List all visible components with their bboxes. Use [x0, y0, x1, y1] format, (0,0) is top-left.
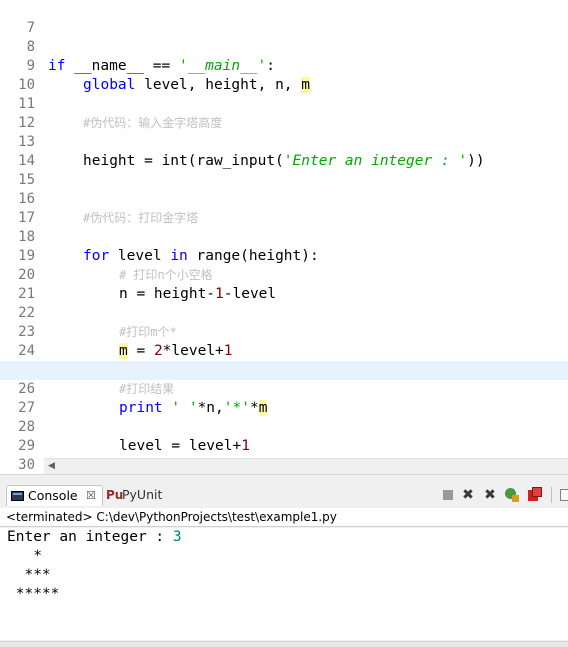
console-output-line: *****	[7, 586, 60, 602]
code-line[interactable]: 22 #打印m个*	[0, 285, 568, 339]
code-line[interactable]: 19 # 打印n个小空格	[0, 228, 568, 282]
console-prompt-line: Enter an integer : 3	[7, 528, 182, 547]
code-line[interactable]: 10	[0, 57, 568, 93]
code-line[interactable]: 30	[0, 437, 568, 473]
code-line[interactable]: 9 global level, height, n, m	[0, 38, 568, 93]
code-line[interactable]: 14	[0, 133, 568, 169]
code-line[interactable]: 28 level = level+1	[0, 399, 568, 454]
code-editor[interactable]: 7 8 if __name__ == '__main__': 9 global …	[0, 0, 568, 475]
ide-window: 7 8 if __name__ == '__main__': 9 global …	[0, 0, 568, 647]
tab-console-label: Console	[28, 488, 78, 503]
code-line[interactable]: 21	[0, 266, 568, 302]
code-line[interactable]: 15	[0, 152, 568, 188]
code-line[interactable]: 17	[0, 190, 568, 226]
code-line[interactable]: 24	[0, 323, 568, 359]
code-line[interactable]: 27	[0, 380, 568, 416]
remove-all-icon[interactable]: ✖	[482, 487, 498, 503]
console-output[interactable]: Enter an integer : 3 * *** *****	[0, 528, 568, 640]
code-line[interactable]: 20 n = height-1-level	[0, 247, 568, 302]
console-icon	[11, 491, 24, 501]
remove-launch-icon[interactable]: ✖	[460, 487, 476, 503]
line-number: 30	[18, 457, 35, 473]
pyunit-icon: Pu	[106, 488, 124, 502]
console-output-line: *	[7, 548, 42, 564]
bottom-border	[0, 641, 568, 647]
tab-console[interactable]: Console ☒	[6, 485, 103, 506]
console-user-input: 3	[172, 529, 182, 545]
console-prompt: Enter an integer :	[7, 529, 173, 545]
pin-console-icon[interactable]	[504, 487, 520, 503]
code-line[interactable]: 18 for level in range(height):	[0, 209, 568, 264]
terminate-icon[interactable]	[440, 487, 456, 503]
current-code-line[interactable]: 26 print ' '*n,'*'*m	[0, 361, 568, 416]
code-line[interactable]: 8 if __name__ == '__main__':	[0, 19, 568, 74]
code-line[interactable]: 16 #伪代码：打印金字塔	[0, 171, 568, 225]
close-tab-icon[interactable]: ☒	[86, 486, 96, 506]
code-line[interactable]: 23 m = 2*level+1	[0, 304, 568, 359]
console-output-line: ***	[7, 567, 51, 583]
console-status: <terminated> C:\dev\PythonProjects\test\…	[0, 508, 568, 527]
open-console-icon[interactable]	[558, 487, 568, 503]
code-line[interactable]: 25 #打印结果	[0, 342, 568, 396]
code-line[interactable]: 29	[0, 418, 568, 454]
code-line[interactable]: 7	[0, 0, 568, 36]
display-selected-console-icon[interactable]	[527, 487, 543, 503]
code-line[interactable]: 13 height = int(raw_input('Enter an inte…	[0, 114, 568, 169]
code-line[interactable]: 12	[0, 95, 568, 131]
horizontal-scrollbar[interactable]: ◀	[44, 458, 568, 474]
code-line[interactable]: 11 #伪代码：输入金字塔高度	[0, 76, 568, 130]
toolbar-separator	[551, 487, 552, 503]
scroll-left-arrow-icon[interactable]: ◀	[48, 461, 55, 471]
tab-pyunit-label: PyUnit	[122, 487, 163, 502]
